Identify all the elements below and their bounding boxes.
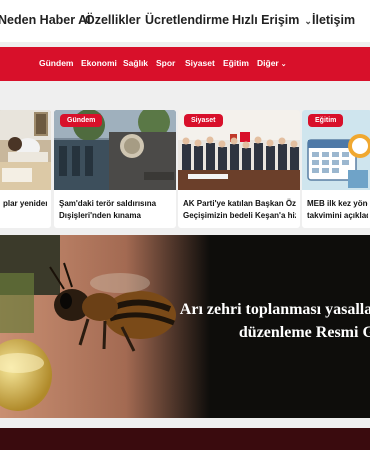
category-badge: Siyaset [184,114,223,127]
news-card-title: MEB ilk kez yönetici g takvimini açıklad… [307,198,368,222]
category-egitim[interactable]: Eğitim [223,58,249,68]
news-card[interactable]: plar yeniden iz [0,110,51,228]
news-card-title-line: Şam'daki terör saldırısına [59,199,157,208]
category-siyaset[interactable]: Siyaset [185,58,215,68]
news-card-title-line: AK Parti'ye katılan Başkan Özcan: [183,199,296,208]
category-badge: Gündem [60,114,103,127]
news-card-title-line: MEB ilk kez yönetici g [307,199,368,208]
news-card-title: plar yeniden iz [3,199,47,208]
top-navigation: Neden Haber AI Özellikler Ücretlendirme … [0,0,370,42]
nav-link-hizli-erisim-label: Hızlı Erişim [232,13,300,27]
category-gundem[interactable]: Gündem [39,58,73,68]
news-card[interactable]: Gündem Şam'daki terör saldırısına Dışişl… [54,110,176,228]
category-spor[interactable]: Spor [156,58,175,68]
news-card-title-line: Geçişimizin bedeli Keşan'a hizmet... [183,211,296,220]
nav-link-ucretlendirme[interactable]: Ücretlendirme [145,13,229,27]
news-card-image [0,110,51,190]
news-card-title: Şam'daki terör saldırısına Dışişleri'nde… [59,198,172,222]
news-card-title-line: takvimini açıkladı... [307,211,368,220]
news-card[interactable]: Eğitim MEB ilk kez yönetici g takvimini … [302,110,370,228]
category-diger[interactable]: Diğer ⌄ [257,58,287,68]
nav-link-ozellikler[interactable]: Özellikler [85,13,141,27]
footer-band [0,428,370,450]
news-card-title-line: Dışişleri'nden kınama [59,211,141,220]
chevron-down-icon: ⌄ [280,61,287,68]
featured-story-headline: Arı zehri toplanması yasallaştı! İlk kez… [118,298,370,344]
category-ekonomi[interactable]: Ekonomi [81,58,117,68]
category-badge: Eğitim [308,114,344,127]
nav-link-iletisim[interactable]: İletişim [312,13,355,27]
news-card-row: plar yeniden iz Gündem Şam'daki terör sa… [0,110,370,228]
nav-link-hizli-erisim[interactable]: Hızlı Erişim ⌄ [232,13,312,27]
chevron-down-icon: ⌄ [304,16,312,26]
headline-line: Arı zehri toplanması yasallaştı! İlk kez… [179,301,370,318]
featured-story[interactable]: Arı zehri toplanması yasallaştı! İlk kez… [0,235,370,418]
category-bar: Gündem Ekonomi Sağlık Spor Siyaset Eğiti… [0,47,370,81]
category-diger-label: Diğer [257,58,279,68]
category-saglik[interactable]: Sağlık [123,58,148,68]
nav-link-neden-haber-ai[interactable]: Neden Haber AI [0,13,91,27]
news-card-title: AK Parti'ye katılan Başkan Özcan: Geçişi… [183,198,296,222]
headline-line: düzenleme Resmi Gaze [238,324,370,341]
news-card[interactable]: Siyaset AK Parti'ye katılan Başkan Özcan… [178,110,300,228]
